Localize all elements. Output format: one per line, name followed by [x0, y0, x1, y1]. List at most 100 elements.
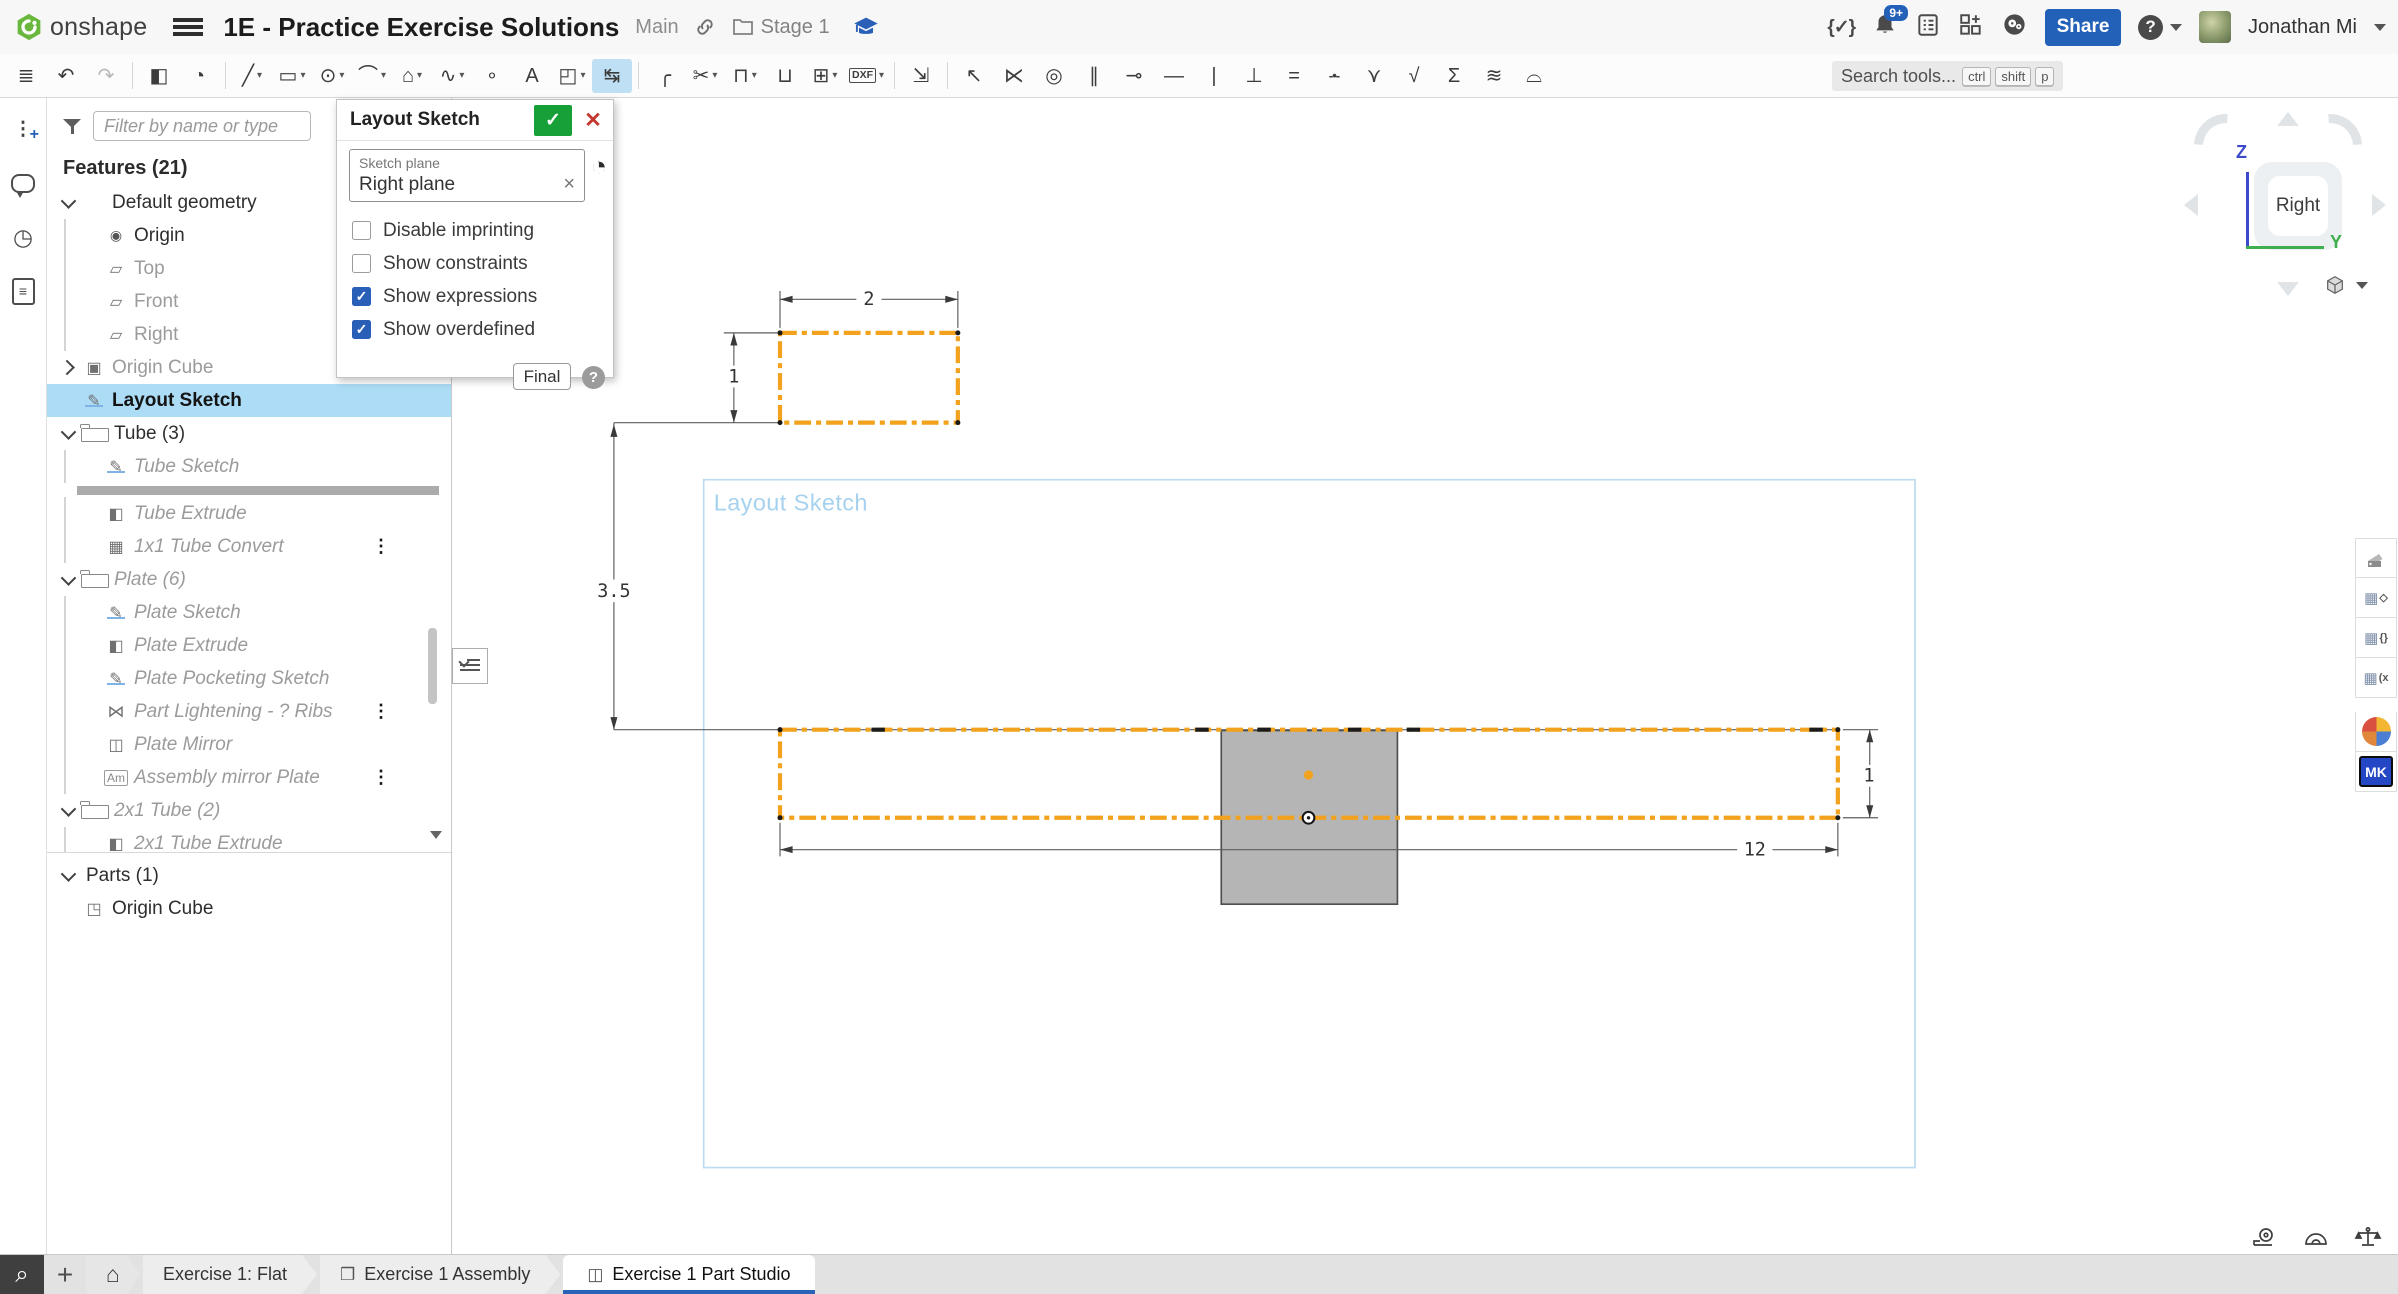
dialog-option[interactable]: Show expressions [349, 280, 601, 313]
tool-horizontal[interactable]: — ▾ [1154, 59, 1194, 93]
tool-equal[interactable]: = ▾ [1274, 59, 1314, 93]
rotate-right-icon[interactable] [2372, 194, 2386, 216]
notifications-bell-icon[interactable]: 9+ [1872, 12, 1898, 43]
tree-caret-icon[interactable] [55, 428, 81, 439]
app-store-icon[interactable] [1958, 12, 1984, 43]
tool-concentric[interactable]: ◎ ▾ [1034, 59, 1074, 93]
origin-marker[interactable] [1303, 812, 1315, 824]
search-tabs-button[interactable]: ⌕ [0, 1255, 44, 1294]
tool-coincident[interactable]: ⋉ ▾ [994, 59, 1034, 93]
feature-2x1-tube-folder[interactable]: 2x1 Tube (2) ⋮ [47, 794, 451, 827]
feature-tube-extrude[interactable]: Tube Extrude ⋮ [47, 497, 451, 530]
toolbar-item[interactable]: ▾ [947, 62, 948, 89]
view-cube-face[interactable]: Right [2254, 162, 2342, 250]
chevron-down-icon[interactable]: ▾ [417, 70, 422, 81]
tool-insert-dxf[interactable]: DXF ▾ [845, 59, 888, 93]
toolbar-item[interactable]: ▾ [894, 62, 895, 89]
feature-tube-folder[interactable]: Tube (3) ⋮ [47, 417, 451, 450]
tool-pattern[interactable]: ⊞ ▾ [805, 59, 845, 93]
clear-selection-icon[interactable]: × [563, 173, 575, 196]
chevron-down-icon[interactable]: ▾ [712, 70, 717, 81]
chevron-down-icon[interactable]: ▾ [381, 70, 386, 81]
tool-feature-list-toggle[interactable]: ≣ ▾ [6, 59, 46, 93]
comments-button[interactable] [5, 166, 41, 200]
tree-caret-icon[interactable] [55, 197, 81, 208]
tool-arc[interactable]: ⌒ ▾ [352, 59, 392, 93]
tool-offset[interactable]: ⊓ ▾ [725, 59, 765, 93]
dialog-help-icon[interactable]: ? [582, 366, 605, 389]
tool-midpoint[interactable]: -•- ▾ [1314, 59, 1354, 93]
checkbox[interactable] [352, 287, 371, 306]
final-button[interactable]: Final [513, 363, 571, 390]
tool-circle[interactable]: ⊙ ▾ [312, 59, 352, 93]
tree-caret-icon[interactable] [55, 362, 81, 373]
brand-wordmark[interactable]: onshape [50, 13, 147, 42]
rotate-down-icon[interactable] [2277, 282, 2299, 296]
chevron-down-icon[interactable]: ▾ [257, 70, 262, 81]
help-icon[interactable]: ? [2138, 15, 2163, 40]
plate-center-point[interactable] [1304, 770, 1313, 779]
tool-vertical[interactable]: | ▾ [1194, 59, 1234, 93]
tool-revolve[interactable]: ◔ ▾ [179, 59, 219, 93]
main-menu-icon[interactable] [173, 17, 203, 38]
dim-bar-width[interactable]: 12 [1744, 840, 1766, 861]
feature-history-icon[interactable]: ◔ [591, 151, 607, 182]
help-menu[interactable]: ? [2138, 15, 2182, 40]
chevron-down-icon[interactable]: ▾ [580, 70, 585, 81]
tab-exercise-1-part-studio[interactable]: Exercise 1 Part Studio [563, 1255, 814, 1294]
insert-new-element-button[interactable]: ⋮+ [5, 112, 41, 146]
suppressed-indicator-icon[interactable]: ⋮ [372, 701, 390, 722]
chevron-down-icon[interactable]: ▾ [459, 70, 464, 81]
dialog-option[interactable]: Show overdefined [349, 313, 601, 346]
tool-parallel[interactable]: ∥ ▾ [1074, 59, 1114, 93]
tool-extrude[interactable]: ◧ ▾ [139, 59, 179, 93]
graphics-area[interactable]: Layout Sketch [452, 98, 2398, 1254]
tool-point[interactable]: ∘ ▾ [472, 59, 512, 93]
tool-trim[interactable]: ✂ ▾ [685, 59, 725, 93]
scrollbar-thumb[interactable] [428, 628, 437, 704]
dim-vertical-gap[interactable]: 3.5 [597, 581, 630, 602]
tool-use-project[interactable]: ⊔ ▾ [765, 59, 805, 93]
construction-rect-small[interactable] [780, 333, 958, 423]
tool-polygon[interactable]: ⌂ ▾ [392, 59, 432, 93]
checkbox[interactable] [352, 320, 371, 339]
tool-perpendicular[interactable]: ⊥ ▾ [1234, 59, 1274, 93]
tool-select[interactable]: ↖ ▾ [954, 59, 994, 93]
scroll-down-icon[interactable] [430, 831, 442, 839]
sketch-region-label[interactable]: Layout Sketch [714, 490, 868, 516]
onshape-logo-icon[interactable] [14, 12, 44, 42]
sketch-plane-field[interactable]: Sketch plane Right plane × [349, 149, 585, 202]
feature-assembly-mirror-plate[interactable]: Assembly mirror Plate ⋮ [47, 761, 451, 794]
parts-header-row[interactable]: Parts (1) [47, 859, 451, 892]
user-name[interactable]: Jonathan Mi [2248, 16, 2357, 39]
home-tab[interactable]: ⌂ [86, 1255, 140, 1294]
feature-tube-sketch[interactable]: Tube Sketch ⋮ [47, 450, 451, 483]
toolbar-item[interactable]: ▾ [132, 62, 133, 89]
learning-center-icon[interactable] [852, 13, 880, 46]
rotate-left-icon[interactable] [2184, 194, 2198, 216]
add-tab-button[interactable]: + [44, 1255, 86, 1294]
tool-undo[interactable]: ↶ ▾ [46, 59, 86, 93]
feature-plate-folder[interactable]: Plate (6) ⋮ [47, 563, 451, 596]
feature-plate-pocketing-sketch[interactable]: Plate Pocketing Sketch ⋮ [47, 662, 451, 695]
follow-mode-button[interactable] [5, 274, 41, 308]
tool-dimension[interactable]: ↹ ▾ [592, 59, 632, 93]
tasks-checklist-icon[interactable] [1915, 12, 1941, 43]
integrated-app-color-button[interactable] [2355, 712, 2397, 752]
integrated-app-mk-button[interactable]: MK [2355, 752, 2397, 792]
feature-plate-sketch[interactable]: Plate Sketch ⋮ [47, 596, 451, 629]
tool-symmetric[interactable]: Σ ▾ [1434, 59, 1474, 93]
toolbar-item[interactable]: ▾ [638, 62, 639, 89]
suppressed-indicator-icon[interactable]: ⋮ [372, 767, 390, 788]
feature-1x1-tube-convert[interactable]: 1x1 Tube Convert ⋮ [47, 530, 451, 563]
tool-measure[interactable]: ⇲ ▾ [901, 59, 941, 93]
history-button[interactable]: ◷ [5, 220, 41, 254]
tree-caret-icon[interactable] [55, 870, 81, 881]
chevron-down-icon[interactable]: ▾ [879, 70, 884, 81]
document-title[interactable]: 1E - Practice Exercise Solutions [223, 12, 619, 43]
feature-plate-extrude[interactable]: Plate Extrude ⋮ [47, 629, 451, 662]
checkbox[interactable] [352, 221, 371, 240]
tree-caret-icon[interactable] [55, 574, 81, 585]
tool-slot[interactable]: ◰ ▾ [552, 59, 592, 93]
checkbox[interactable] [352, 254, 371, 273]
